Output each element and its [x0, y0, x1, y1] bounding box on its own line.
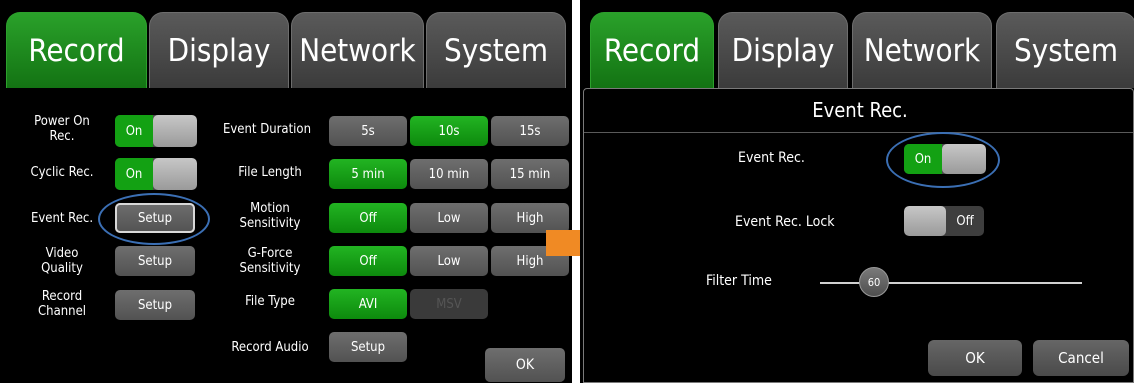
event-duration-15s-option[interactable]: 15s — [491, 116, 569, 146]
video-quality-label: Video Quality — [41, 246, 83, 276]
tab-system[interactable]: System — [426, 12, 566, 88]
tab-record[interactable]: Record — [590, 12, 714, 88]
ok-button[interactable]: OK — [928, 340, 1022, 376]
file-length-10min-option[interactable]: 10 min — [410, 159, 488, 189]
cyclic-rec-label: Cyclic Rec. — [30, 164, 94, 180]
file-type-msv-option: MSV — [410, 289, 488, 319]
motion-sensitivity-off-option[interactable]: Off — [329, 203, 407, 233]
file-type-avi-option[interactable]: AVI — [329, 289, 407, 319]
title-divider — [584, 132, 1133, 133]
record-audio-setup-button[interactable]: Setup — [329, 332, 407, 362]
file-length-5min-option[interactable]: 5 min — [329, 159, 407, 189]
power-on-rec-label: Power On Rec. — [34, 114, 90, 144]
event-rec-lock-label: Event Rec. Lock — [735, 214, 835, 230]
motion-sensitivity-low-option[interactable]: Low — [410, 203, 488, 233]
file-length-label: File Length — [238, 164, 302, 180]
event-rec-label: Event Rec. — [30, 210, 94, 226]
toggle-knob — [153, 115, 197, 147]
gforce-sensitivity-low-option[interactable]: Low — [410, 246, 488, 276]
highlight-ellipse — [98, 193, 210, 245]
record-audio-label: Record Audio — [231, 339, 309, 355]
ok-button[interactable]: OK — [485, 348, 565, 382]
event-duration-10s-option[interactable]: 10s — [410, 116, 488, 146]
event-duration-label: Event Duration — [222, 121, 311, 137]
record-settings-panel: Record Display Network System Power On R… — [0, 0, 572, 383]
cyclic-rec-toggle[interactable]: On — [115, 158, 197, 190]
toggle-knob — [153, 158, 197, 190]
event-rec-label: Event Rec. — [738, 150, 805, 166]
gforce-sensitivity-off-option[interactable]: Off — [329, 246, 407, 276]
tab-display[interactable]: Display — [718, 12, 848, 88]
filter-time-slider-thumb[interactable]: 60 — [859, 267, 889, 297]
power-on-rec-toggle[interactable]: On — [115, 115, 197, 147]
motion-sensitivity-label: Motion Sensitivity — [239, 201, 301, 231]
highlight-ellipse — [886, 132, 1000, 188]
cancel-button[interactable]: Cancel — [1033, 340, 1129, 376]
tab-network[interactable]: Network — [291, 12, 424, 88]
dialog-title: Event Rec. — [812, 98, 908, 122]
toggle-on-label: On — [115, 158, 153, 190]
event-rec-lock-toggle[interactable]: Off — [904, 206, 984, 236]
file-length-15min-option[interactable]: 15 min — [491, 159, 569, 189]
filter-time-label: Filter Time — [706, 273, 772, 289]
tab-network[interactable]: Network — [852, 12, 992, 88]
record-channel-setup-button[interactable]: Setup — [115, 290, 195, 320]
file-type-label: File Type — [245, 293, 295, 309]
toggle-off-label: Off — [956, 213, 974, 229]
gforce-sensitivity-label: G-Force Sensitivity — [239, 246, 301, 276]
toggle-knob — [904, 206, 946, 236]
record-channel-label: Record Channel — [37, 289, 87, 319]
video-quality-setup-button[interactable]: Setup — [115, 246, 195, 276]
toggle-on-label: On — [115, 115, 153, 147]
tab-display[interactable]: Display — [149, 12, 289, 88]
tab-record[interactable]: Record — [6, 12, 147, 88]
event-rec-dialog-panel: Record Display Network System Event Rec.… — [580, 0, 1134, 383]
tab-system[interactable]: System — [996, 12, 1134, 88]
event-duration-5s-option[interactable]: 5s — [329, 116, 407, 146]
